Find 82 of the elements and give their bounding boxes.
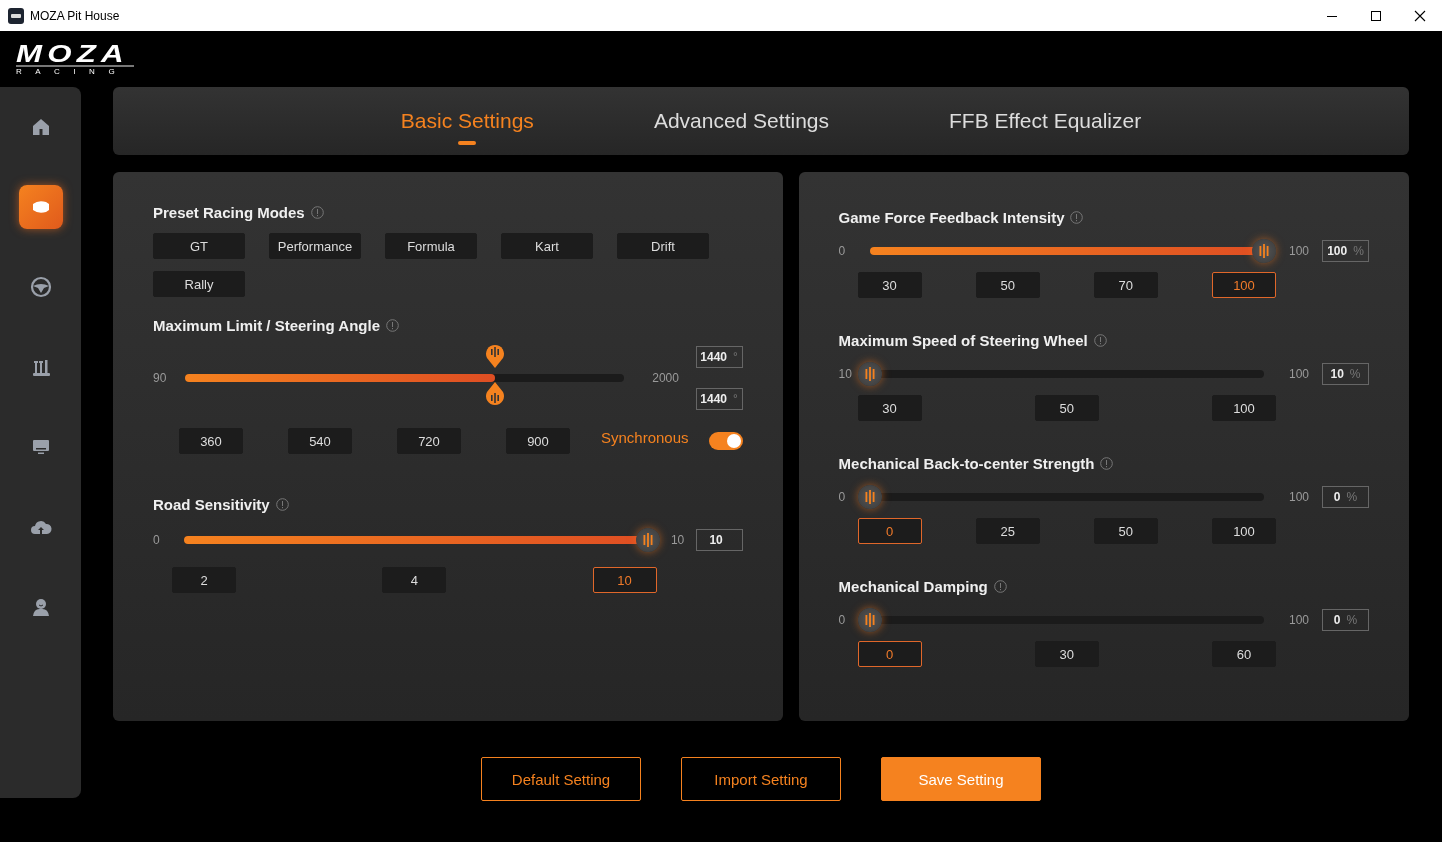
preset-value-button[interactable]: Drift xyxy=(617,233,709,259)
section-title: Maximum Speed of Steering Wheel xyxy=(838,332,1088,349)
action-button[interactable]: Default Setting xyxy=(481,757,641,801)
preset-value-button[interactable]: 0 xyxy=(857,518,922,544)
brand-subtitle: RACING xyxy=(16,65,134,77)
info-icon[interactable] xyxy=(386,319,399,332)
preset-value-button[interactable]: 100 xyxy=(1212,395,1276,421)
max-label: 100 xyxy=(1288,613,1310,627)
close-icon[interactable] xyxy=(1414,9,1426,22)
preset-value-button[interactable]: 25 xyxy=(975,518,1040,544)
info-icon[interactable] xyxy=(1093,334,1107,347)
slider-thumb[interactable] xyxy=(635,528,660,552)
slider-thumb[interactable] xyxy=(857,485,882,509)
toggle-label: Synchronous xyxy=(600,429,690,448)
max-label: 100 xyxy=(1288,244,1310,258)
section-title: Game Force Feedback Intensity xyxy=(838,209,1065,226)
section-title: Road Sensitivity xyxy=(153,496,270,513)
min-label: 0 xyxy=(838,490,847,504)
preset-value-button[interactable]: 30 xyxy=(857,395,922,421)
toggle-switch[interactable] xyxy=(708,432,743,450)
preset-value-button[interactable]: Formula xyxy=(385,233,477,259)
slider-thumb[interactable] xyxy=(857,608,882,632)
info-icon[interactable] xyxy=(310,206,324,219)
min-label: 0 xyxy=(838,613,847,627)
info-icon[interactable] xyxy=(993,580,1007,593)
min-label: 0 xyxy=(838,244,847,258)
max-label: 10 xyxy=(669,533,686,547)
value-field[interactable]: 100 % xyxy=(1322,240,1369,262)
preset-value-button[interactable]: Rally xyxy=(153,271,245,297)
preset-value-button[interactable]: 100 xyxy=(1212,272,1276,298)
preset-value-button[interactable]: 50 xyxy=(1034,395,1099,421)
preset-value-button[interactable]: 60 xyxy=(1212,641,1276,667)
info-icon[interactable] xyxy=(1100,457,1114,470)
section-title: Preset Racing Modes xyxy=(153,204,305,221)
angle-field[interactable]: 1440 ° xyxy=(695,346,743,368)
info-icon[interactable] xyxy=(1070,211,1084,224)
action-button[interactable]: Import Setting xyxy=(681,757,841,801)
app-icon xyxy=(8,7,24,24)
window-title: MOZA Pit House xyxy=(30,8,121,23)
value-field[interactable]: 0 % xyxy=(1322,486,1369,508)
slider-thumb[interactable] xyxy=(1252,239,1276,263)
steering-wheel-icon xyxy=(29,276,52,298)
tab[interactable]: FFB Effect Equalizer xyxy=(949,109,1142,147)
max-label: 100 xyxy=(1288,367,1310,381)
preset-value-button[interactable]: 900 xyxy=(506,428,570,454)
tab[interactable]: Advanced Settings xyxy=(653,109,829,147)
preset-value-button[interactable]: Kart xyxy=(501,233,593,259)
preset-value-button[interactable]: 0 xyxy=(857,641,922,667)
section-title: Mechanical Damping xyxy=(838,578,988,595)
slider-thumb[interactable] xyxy=(485,382,506,406)
min-label: 10 xyxy=(838,367,853,381)
preset-value-button[interactable]: 30 xyxy=(857,272,922,298)
max-label: 100 xyxy=(1288,490,1310,504)
preset-value-button[interactable]: GT xyxy=(153,233,245,259)
preset-value-button[interactable]: 100 xyxy=(1212,518,1276,544)
preset-value-button[interactable]: 50 xyxy=(1093,518,1158,544)
maximize-icon[interactable] xyxy=(1370,9,1382,22)
min-label: 0 xyxy=(153,533,161,547)
preset-value-button[interactable]: 50 xyxy=(975,272,1040,298)
max-label: 2000 xyxy=(651,371,680,385)
brand-logo: MOZA xyxy=(16,43,130,65)
preset-value-button[interactable]: 30 xyxy=(1034,641,1099,667)
preset-value-button[interactable]: 2 xyxy=(172,567,236,593)
value-field[interactable]: 0 % xyxy=(1322,609,1369,631)
angle-field[interactable]: 1440 ° xyxy=(695,388,743,410)
preset-value-button[interactable]: 720 xyxy=(397,428,461,454)
slider-thumb[interactable] xyxy=(485,344,506,368)
sidebar-item[interactable] xyxy=(18,185,63,229)
section-title: Mechanical Back-to-center Strength xyxy=(838,455,1095,472)
preset-value-button[interactable]: 70 xyxy=(1093,272,1158,298)
info-icon[interactable] xyxy=(275,498,289,511)
min-label: 90 xyxy=(153,371,168,385)
value-field[interactable]: 10 xyxy=(695,529,743,551)
preset-value-button[interactable]: 4 xyxy=(382,567,447,593)
slider-thumb[interactable] xyxy=(857,362,882,386)
section-title: Maximum Limit / Steering Angle xyxy=(153,317,380,334)
preset-value-button[interactable]: 10 xyxy=(592,567,657,593)
tab[interactable]: Basic Settings xyxy=(400,109,534,147)
preset-value-button[interactable]: 540 xyxy=(288,428,352,454)
preset-value-button[interactable]: Performance xyxy=(269,233,361,259)
preset-value-button[interactable]: 360 xyxy=(179,428,243,454)
value-field[interactable]: 10 % xyxy=(1322,363,1369,385)
